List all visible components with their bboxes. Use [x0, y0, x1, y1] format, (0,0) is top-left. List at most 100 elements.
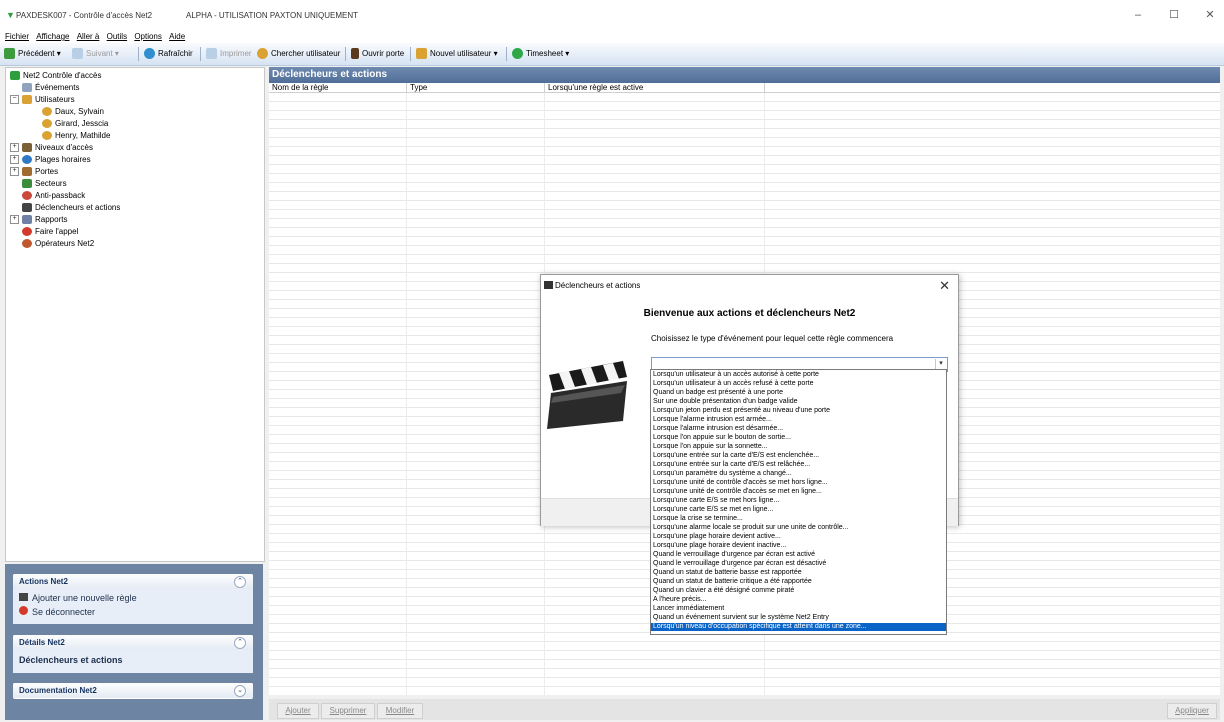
- bottom-bar: Ajouter Supprimer Modifier Appliquer: [269, 699, 1220, 720]
- dropdown-option[interactable]: Quand un statut de batterie critique a é…: [651, 578, 946, 586]
- details-panel-header[interactable]: Détails Net2 ⌃: [13, 635, 253, 650]
- find-user-button[interactable]: Chercher utilisateur: [257, 47, 340, 61]
- tree-item-users[interactable]: − Utilisateurs: [10, 95, 75, 105]
- dropdown-option[interactable]: Lorsque l'alarme intrusion est désarmée.…: [651, 425, 946, 433]
- documentation-panel-header[interactable]: Documentation Net2 ⌄: [13, 683, 253, 698]
- column-divider: [406, 93, 407, 695]
- expand-icon[interactable]: +: [10, 143, 19, 153]
- tree-item-roll-call[interactable]: Faire l'appel: [22, 227, 78, 237]
- menu-aller-a[interactable]: Aller à: [77, 30, 100, 43]
- dropdown-option[interactable]: Quand le verrouillage d'urgence par écra…: [651, 560, 946, 568]
- dropdown-option[interactable]: Lorsqu'une unité de contrôle d'accès se …: [651, 488, 946, 496]
- dropdown-option[interactable]: Lorsqu'une plage horaire devient active.…: [651, 533, 946, 541]
- dropdown-option[interactable]: Lorsqu'une entrée sur la carte d'E/S est…: [651, 461, 946, 469]
- menu-affichage[interactable]: Affichage: [36, 30, 69, 43]
- open-door-button[interactable]: Ouvrir porte: [351, 47, 404, 61]
- tree-item-user-daux[interactable]: Daux, Sylvain: [42, 107, 104, 117]
- column-header-type[interactable]: Type: [407, 83, 545, 93]
- minimize-button[interactable]: –: [1128, 8, 1148, 22]
- tree-item-triggers-actions[interactable]: Déclencheurs et actions: [22, 203, 120, 213]
- back-button[interactable]: Précédent ▾: [4, 47, 61, 61]
- menu-fichier[interactable]: Fichier: [5, 30, 29, 43]
- add-button[interactable]: Ajouter: [277, 703, 319, 719]
- expand-chevron-icon[interactable]: ⌄: [234, 685, 246, 697]
- operators-icon: [22, 239, 32, 249]
- add-rule-link[interactable]: Ajouter une nouvelle règle: [19, 593, 137, 603]
- dropdown-option[interactable]: Lorsqu'un jeton perdu est présenté au ni…: [651, 407, 946, 415]
- dropdown-option[interactable]: Lorsqu'un paramètre du système a changé.…: [651, 470, 946, 478]
- print-label: Imprimer: [220, 49, 252, 58]
- maximize-button[interactable]: ☐: [1164, 8, 1184, 22]
- tree-item-antipassback[interactable]: Anti-passback: [22, 191, 85, 201]
- areas-icon: [22, 179, 32, 189]
- dropdown-option[interactable]: Lorsque l'on appuie sur le bouton de sor…: [651, 434, 946, 442]
- edit-button[interactable]: Modifier: [377, 703, 423, 719]
- tree-item-areas[interactable]: Secteurs: [22, 179, 67, 189]
- timesheet-button[interactable]: Timesheet ▾: [512, 47, 569, 61]
- dropdown-option[interactable]: Lorsque la crise se termine...: [651, 515, 946, 523]
- tree-item-user-henry[interactable]: Henry, Mathilde: [42, 131, 110, 141]
- documentation-panel: Documentation Net2 ⌄: [13, 683, 253, 699]
- dropdown-option[interactable]: Lorsqu'une carte E/S se met en ligne...: [651, 506, 946, 514]
- details-value: Déclencheurs et actions: [19, 655, 123, 665]
- print-button[interactable]: Imprimer: [206, 47, 252, 61]
- tree-item-reports[interactable]: + Rapports: [10, 215, 67, 225]
- dropdown-option[interactable]: A l'heure précis...: [651, 596, 946, 604]
- dropdown-option[interactable]: Lancer immédiatement: [651, 605, 946, 613]
- dropdown-option[interactable]: Quand un statut de batterie basse est ra…: [651, 569, 946, 577]
- refresh-button[interactable]: Rafraîchir: [144, 47, 193, 61]
- dropdown-option[interactable]: Lorsque l'alarme intrusion est armée...: [651, 416, 946, 424]
- actions-panel-header[interactable]: Actions Net2 ⌃: [13, 574, 253, 589]
- delete-button[interactable]: Supprimer: [321, 703, 375, 719]
- dropdown-option[interactable]: Sur une double présentation d'un badge v…: [651, 398, 946, 406]
- dropdown-option[interactable]: Lorsqu'une plage horaire devient inactiv…: [651, 542, 946, 550]
- tree-item-label: Anti-passback: [35, 191, 86, 200]
- menu-aide[interactable]: Aide: [169, 30, 185, 43]
- dropdown-option[interactable]: Lorsqu'une carte E/S se met hors ligne..…: [651, 497, 946, 505]
- main-header: Déclencheurs et actions: [269, 67, 1220, 83]
- column-header-rule-active[interactable]: Lorsqu'une règle est active: [545, 83, 765, 93]
- dropdown-option[interactable]: Lorsque l'on appuie sur la sonnette...: [651, 443, 946, 451]
- column-header-rule-name[interactable]: Nom de la règle: [269, 83, 407, 93]
- close-window-button[interactable]: ✕: [1200, 8, 1220, 22]
- collapse-chevron-icon[interactable]: ⌃: [234, 637, 246, 649]
- dropdown-option[interactable]: Quand un clavier a été désigné comme pir…: [651, 587, 946, 595]
- expand-icon[interactable]: +: [10, 215, 19, 225]
- dropdown-option[interactable]: Lorsqu'une alarme locale se produit sur …: [651, 524, 946, 532]
- tree-item-net2-root[interactable]: Net2 Contrôle d'accès: [10, 71, 101, 81]
- dropdown-option[interactable]: Lorsqu'une unité de contrôle d'accès se …: [651, 479, 946, 487]
- refresh-label: Rafraîchir: [158, 49, 193, 58]
- tree-item-operators[interactable]: Opérateurs Net2: [22, 239, 94, 249]
- menu-outils[interactable]: Outils: [107, 30, 127, 43]
- task-panels: Actions Net2 ⌃ Ajouter une nouvelle règl…: [5, 564, 263, 720]
- actions-panel-title: Actions Net2: [19, 577, 68, 586]
- new-user-button[interactable]: Nouvel utilisateur ▾: [416, 47, 498, 61]
- forward-button[interactable]: Suivant ▾: [72, 47, 119, 61]
- user-icon: [42, 119, 52, 129]
- dropdown-option[interactable]: Lorsqu'un niveau d'occupation spécifique…: [651, 623, 946, 631]
- tree-item-label: Portes: [35, 167, 59, 176]
- tree-item-user-girard[interactable]: Girard, Jesscia: [42, 119, 108, 129]
- collapse-icon[interactable]: −: [10, 95, 19, 105]
- expand-icon[interactable]: +: [10, 155, 19, 165]
- dropdown-option[interactable]: Lorsqu'un utilisateur à un accès autoris…: [651, 371, 946, 379]
- tree-item-access-levels[interactable]: + Niveaux d'accès: [10, 143, 93, 153]
- tree-item-label: Niveaux d'accès: [35, 143, 93, 152]
- dropdown-option[interactable]: Quand un badge est présenté à une porte: [651, 389, 946, 397]
- dialog-close-button[interactable]: ✕: [939, 278, 950, 294]
- tree-item-timezones[interactable]: + Plages horaires: [10, 155, 91, 165]
- collapse-chevron-icon[interactable]: ⌃: [234, 576, 246, 588]
- event-type-dropdown-list[interactable]: Lorsqu'un utilisateur à un accès autoris…: [650, 369, 947, 635]
- dropdown-option[interactable]: Quand le verrouillage d'urgence par écra…: [651, 551, 946, 559]
- clapperboard-icon: [22, 203, 32, 213]
- tree-item-doors[interactable]: + Portes: [10, 167, 58, 177]
- dropdown-option[interactable]: Lorsqu'un utilisateur à un accès refusé …: [651, 380, 946, 388]
- chevron-down-icon[interactable]: ▾: [935, 359, 946, 369]
- tree-item-events[interactable]: Événements: [22, 83, 79, 93]
- apply-button[interactable]: Appliquer: [1167, 703, 1217, 719]
- menu-options[interactable]: Options: [134, 30, 162, 43]
- logout-link[interactable]: Se déconnecter: [19, 606, 95, 617]
- dropdown-option[interactable]: Quand un événement survient sur le systè…: [651, 614, 946, 622]
- expand-icon[interactable]: +: [10, 167, 19, 177]
- dropdown-option[interactable]: Lorsqu'une entrée sur la carte d'E/S est…: [651, 452, 946, 460]
